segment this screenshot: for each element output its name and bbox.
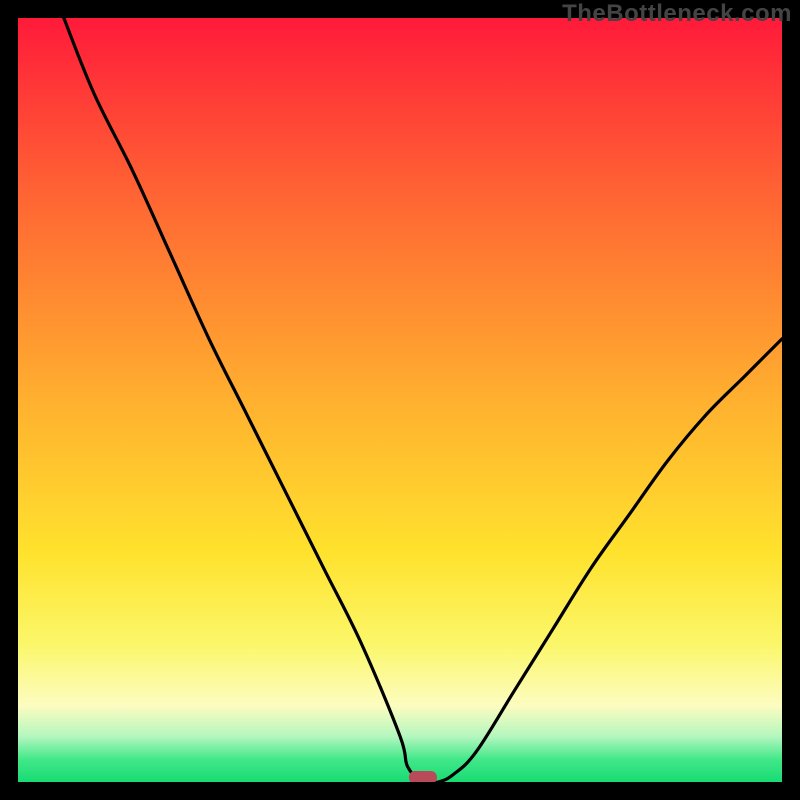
watermark-text: TheBottleneck.com [562,0,792,28]
optimal-point-marker [409,771,437,782]
chart-overlay [18,18,782,782]
bottleneck-curve [64,18,782,782]
plot-area [18,18,782,782]
chart-frame: TheBottleneck.com [0,0,800,800]
